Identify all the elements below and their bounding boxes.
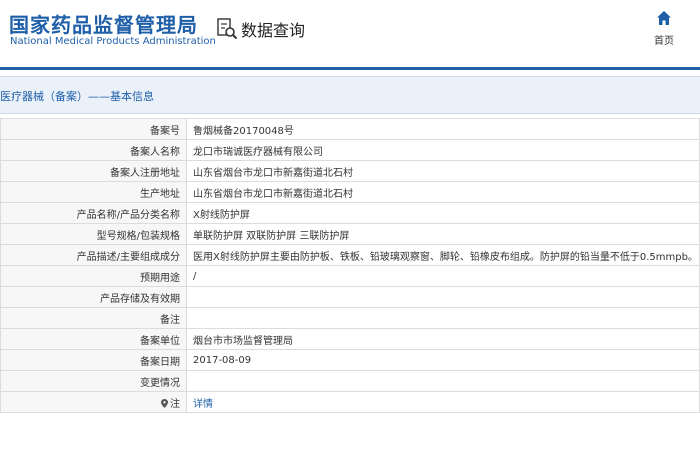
home-label: 首页 <box>654 36 674 47</box>
row-value: 鲁烟械备20170048号 <box>186 118 700 140</box>
table-row: 备案人注册地址 山东省烟台市龙口市新嘉街道北石村 <box>0 160 700 182</box>
pin-icon <box>161 398 168 408</box>
row-label: 预期用途 <box>0 265 187 287</box>
row-label: 注 <box>170 398 180 410</box>
row-label: 备案单位 <box>0 328 187 350</box>
document-search-icon <box>217 18 238 40</box>
record-info-table: 备案号 鲁烟械备20170048号 备案人名称 龙口市瑞诚医疗器械有限公司 备案… <box>0 118 700 413</box>
table-row: 备案号 鲁烟械备20170048号 <box>0 118 700 140</box>
table-row: 产品存储及有效期 <box>0 286 700 308</box>
row-value: 单联防护屏 双联防护屏 三联防护屏 <box>186 223 700 245</box>
row-label: 变更情况 <box>0 370 187 392</box>
site-subtitle: National Medical Products Administration <box>10 36 216 47</box>
row-label: 备案号 <box>0 118 187 140</box>
table-row: 型号规格/包装规格 单联防护屏 双联防护屏 三联防护屏 <box>0 223 700 245</box>
table-row: 变更情况 <box>0 370 700 392</box>
row-label: 生产地址 <box>0 181 187 203</box>
row-value: 2017-08-09 <box>186 349 700 371</box>
site-header: 国家药品监督管理局 National Medical Products Admi… <box>0 0 700 66</box>
row-value: X射线防护屏 <box>186 202 700 224</box>
table-row: 备案人名称 龙口市瑞诚医疗器械有限公司 <box>0 139 700 161</box>
row-value <box>186 286 700 308</box>
table-row: 备案日期 2017-08-09 <box>0 349 700 371</box>
row-value-cell: 详情 <box>186 391 700 413</box>
row-label: 型号规格/包装规格 <box>0 223 187 245</box>
row-value: 山东省烟台市龙口市新嘉街道北石村 <box>186 160 700 182</box>
row-value: 烟台市市场监督管理局 <box>186 328 700 350</box>
home-link[interactable]: 首页 <box>648 10 680 47</box>
table-row: 备注 <box>0 307 700 329</box>
section-title: 医疗器械（备案）——基本信息 <box>0 90 154 103</box>
row-value: 龙口市瑞诚医疗器械有限公司 <box>186 139 700 161</box>
row-value: 医用X射线防护屏主要由防护板、铁板、铅玻璃观察窗、脚轮、铅橡皮布组成。防护屏的铅… <box>186 244 700 266</box>
table-row: 生产地址 山东省烟台市龙口市新嘉街道北石村 <box>0 181 700 203</box>
table-row: 备案单位 烟台市市场监督管理局 <box>0 328 700 350</box>
note-label-cell: 注 <box>0 391 187 413</box>
row-label: 产品描述/主要组成成分 <box>0 244 187 266</box>
section-header: 医疗器械（备案）——基本信息 <box>0 76 700 114</box>
row-value: 山东省烟台市龙口市新嘉街道北石村 <box>186 181 700 203</box>
site-title[interactable]: 国家药品监督管理局 <box>9 9 198 38</box>
data-query-title: 数据查询 <box>241 21 306 40</box>
row-value <box>186 307 700 329</box>
row-label: 产品存储及有效期 <box>0 286 187 308</box>
table-row: 预期用途 / <box>0 265 700 287</box>
row-label: 备注 <box>0 307 187 329</box>
row-label: 备案人名称 <box>0 139 187 161</box>
table-row: 注 详情 <box>0 391 700 413</box>
details-link[interactable]: 详情 <box>193 399 213 410</box>
table-row: 产品名称/产品分类名称 X射线防护屏 <box>0 202 700 224</box>
home-icon <box>657 11 671 25</box>
row-value <box>186 370 700 392</box>
data-query-heading: 数据查询 <box>216 16 305 42</box>
row-label: 产品名称/产品分类名称 <box>0 202 187 224</box>
row-value: / <box>186 265 700 287</box>
row-label: 备案人注册地址 <box>0 160 187 182</box>
row-label: 备案日期 <box>0 349 187 371</box>
header-divider <box>0 67 700 70</box>
table-row: 产品描述/主要组成成分 医用X射线防护屏主要由防护板、铁板、铅玻璃观察窗、脚轮、… <box>0 244 700 266</box>
